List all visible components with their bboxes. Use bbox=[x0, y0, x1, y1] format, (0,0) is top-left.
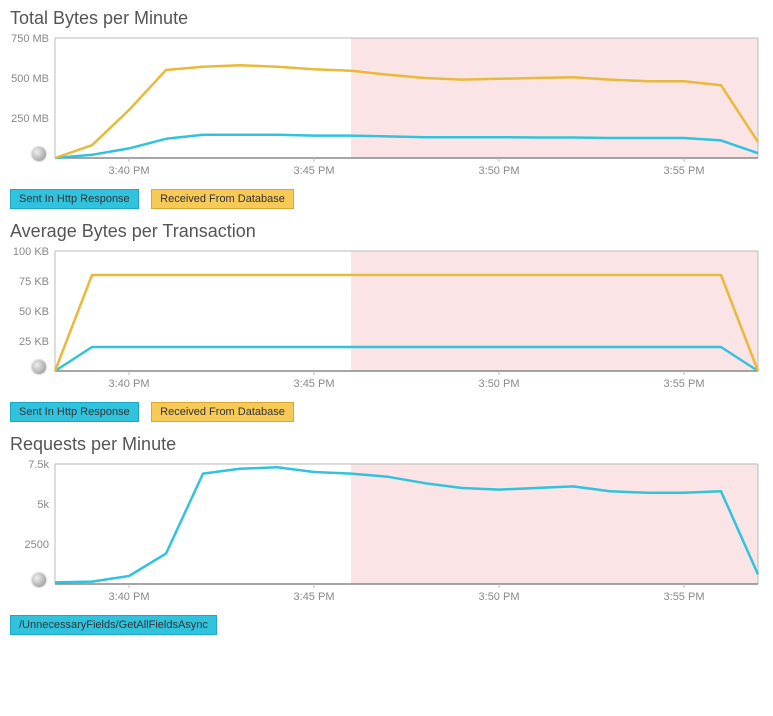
svg-text:3:45 PM: 3:45 PM bbox=[294, 165, 335, 177]
panel-title: Average Bytes per Transaction bbox=[10, 221, 763, 242]
svg-text:3:40 PM: 3:40 PM bbox=[109, 378, 150, 390]
svg-text:3:55 PM: 3:55 PM bbox=[664, 591, 705, 603]
svg-text:3:45 PM: 3:45 PM bbox=[294, 378, 335, 390]
range-knob[interactable] bbox=[32, 573, 46, 587]
legend-row: Sent In Http Response Received From Data… bbox=[10, 189, 763, 209]
legend-db[interactable]: Received From Database bbox=[151, 402, 294, 422]
svg-text:5k: 5k bbox=[37, 499, 49, 511]
svg-text:3:45 PM: 3:45 PM bbox=[294, 591, 335, 603]
svg-text:7.5k: 7.5k bbox=[28, 459, 49, 471]
svg-text:2500: 2500 bbox=[25, 539, 49, 551]
legend-row: Sent In Http Response Received From Data… bbox=[10, 402, 763, 422]
svg-text:3:50 PM: 3:50 PM bbox=[479, 591, 520, 603]
chart-svg: 25 KB 50 KB 75 KB 100 KB 3:40 PM 3:45 PM 3:50 … bbox=[10, 246, 763, 396]
legend-row: /UnnecessaryFields/GetAllFieldsAsync bbox=[10, 615, 763, 635]
svg-text:3:55 PM: 3:55 PM bbox=[664, 378, 705, 390]
svg-text:3:55 PM: 3:55 PM bbox=[664, 165, 705, 177]
svg-text:3:50 PM: 3:50 PM bbox=[479, 378, 520, 390]
svg-text:750 MB: 750 MB bbox=[11, 33, 49, 45]
svg-text:250 MB: 250 MB bbox=[11, 113, 49, 125]
panel-total-bytes: Total Bytes per Minute 250 MB 500 MB 750 M… bbox=[0, 0, 773, 213]
legend-endpoint[interactable]: /UnnecessaryFields/GetAllFieldsAsync bbox=[10, 615, 217, 635]
range-knob[interactable] bbox=[32, 360, 46, 374]
svg-text:25 KB: 25 KB bbox=[19, 336, 49, 348]
chart-avg-bytes: 25 KB 50 KB 75 KB 100 KB 3:40 PM 3:45 PM 3:50 … bbox=[10, 246, 763, 396]
legend-http[interactable]: Sent In Http Response bbox=[10, 402, 139, 422]
panel-avg-bytes: Average Bytes per Transaction 25 KB 50 KB… bbox=[0, 213, 773, 426]
chart-total-bytes: 250 MB 500 MB 750 MB 3:40 PM 3:45 PM 3:50 PM 3… bbox=[10, 33, 763, 183]
svg-text:3:40 PM: 3:40 PM bbox=[109, 591, 150, 603]
legend-db[interactable]: Received From Database bbox=[151, 189, 294, 209]
svg-text:50 KB: 50 KB bbox=[19, 306, 49, 318]
range-knob[interactable] bbox=[32, 147, 46, 161]
svg-text:3:50 PM: 3:50 PM bbox=[479, 165, 520, 177]
chart-requests: 2500 5k 7.5k 3:40 PM 3:45 PM 3:50 PM 3:55 PM bbox=[10, 459, 763, 609]
svg-text:3:40 PM: 3:40 PM bbox=[109, 165, 150, 177]
svg-text:500 MB: 500 MB bbox=[11, 73, 49, 85]
panel-requests: Requests per Minute 2500 5k 7.5k 3:40 PM 3:4… bbox=[0, 426, 773, 639]
svg-text:75 KB: 75 KB bbox=[19, 276, 49, 288]
chart-svg: 250 MB 500 MB 750 MB 3:40 PM 3:45 PM 3:50 PM 3… bbox=[10, 33, 763, 183]
chart-svg: 2500 5k 7.5k 3:40 PM 3:45 PM 3:50 PM 3:55 PM bbox=[10, 459, 763, 609]
panel-title: Total Bytes per Minute bbox=[10, 8, 763, 29]
legend-http[interactable]: Sent In Http Response bbox=[10, 189, 139, 209]
panel-title: Requests per Minute bbox=[10, 434, 763, 455]
svg-text:100 KB: 100 KB bbox=[13, 246, 49, 258]
